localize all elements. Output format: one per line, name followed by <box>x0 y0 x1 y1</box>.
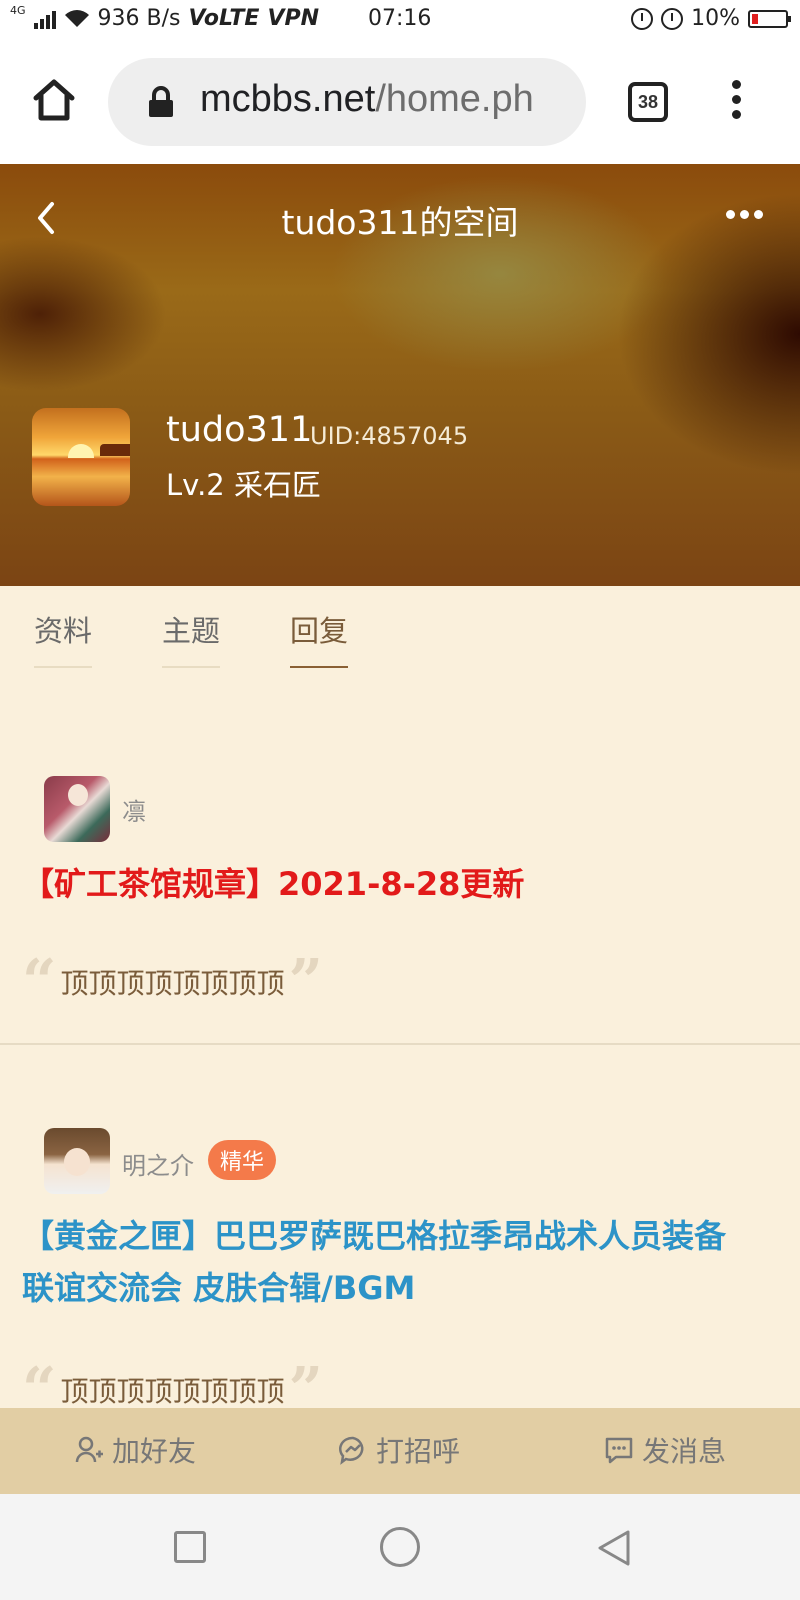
network-speed: 936 B/s <box>97 6 181 31</box>
post-title-line-2: 联谊交流会 皮肤合辑/BGM <box>22 1269 416 1307</box>
add-friend-label: 加好友 <box>112 1435 197 1468</box>
post-author[interactable]: 明之介 <box>122 1146 194 1181</box>
send-message-label: 发消息 <box>642 1435 727 1468</box>
alarm-icon <box>661 7 684 30</box>
status-left: 4G 936 B/s VoLTE VPN <box>10 4 319 31</box>
wifi-icon <box>64 9 89 27</box>
status-time: 07:16 <box>368 6 432 31</box>
url-text[interactable]: mcbbs.net/home.ph <box>200 78 534 121</box>
post-title-line-1: 【黄金之匣】巴巴罗萨既巴格拉季昂战术人员装备 <box>22 1217 727 1255</box>
avatar[interactable] <box>32 408 130 506</box>
messenger-icon <box>338 1436 364 1465</box>
user-uid: UID:4857045 <box>310 422 469 450</box>
post-author-avatar[interactable] <box>44 1128 110 1194</box>
post-title[interactable]: 【矿工茶馆规章】2021-8-28更新 <box>22 858 782 910</box>
lock-icon <box>149 86 173 117</box>
status-bar: 4G 936 B/s VoLTE VPN 07:16 10% <box>0 0 800 40</box>
profile-tabs: 资料 主题 回复 <box>0 586 800 676</box>
list-item[interactable]: 明之介 精华 【黄金之匣】巴巴罗萨既巴格拉季昂战术人员装备 联谊交流会 皮肤合辑… <box>0 1090 800 1410</box>
status-right: 10% <box>631 6 791 31</box>
send-message-button[interactable]: 发消息 <box>604 1430 726 1470</box>
url-host: mcbbs.net <box>200 78 376 120</box>
address-bar[interactable]: mcbbs.net/home.ph <box>108 58 586 146</box>
greet-label: 打招呼 <box>376 1435 461 1468</box>
quote-text: 顶顶顶顶顶顶顶顶 <box>60 1375 285 1408</box>
profile-header: tudo311的空间 tudo311 UID:4857045 Lv.2 采石匠 <box>0 164 800 586</box>
open-quote-icon: “ <box>22 1355 57 1410</box>
vpn-label: VPN <box>267 6 319 31</box>
post-quote: “ 顶顶顶顶顶顶顶顶 ” <box>22 947 324 1017</box>
open-quote-icon: “ <box>22 947 57 1017</box>
volte-label: VoLTE <box>188 6 260 31</box>
greet-button[interactable]: 打招呼 <box>338 1430 460 1470</box>
username: tudo311 <box>166 410 313 450</box>
tab-profile[interactable]: 资料 <box>34 608 93 668</box>
rotation-lock-icon <box>631 7 654 30</box>
close-quote-icon: ” <box>288 1355 324 1410</box>
recents-icon[interactable] <box>174 1531 206 1563</box>
list-item[interactable]: 凛 【矿工茶馆规章】2021-8-28更新 “ 顶顶顶顶顶顶顶顶 ” <box>0 740 800 1040</box>
tab-threads[interactable]: 主题 <box>162 608 221 668</box>
action-bar: 加好友 打招呼 发消息 <box>0 1408 800 1494</box>
tab-switcher-button[interactable]: 38 <box>628 82 668 122</box>
chat-icon <box>605 1437 633 1464</box>
browser-toolbar: mcbbs.net/home.ph 38 <box>0 40 800 164</box>
url-path: /home.ph <box>375 78 534 120</box>
user-level: Lv.2 采石匠 <box>166 468 321 502</box>
post-author[interactable]: 凛 <box>122 792 146 827</box>
more-horiz-icon[interactable] <box>726 210 766 224</box>
divider <box>0 1043 800 1045</box>
home-icon[interactable] <box>30 76 78 124</box>
add-friend-button[interactable]: 加好友 <box>74 1430 196 1470</box>
post-author-avatar[interactable] <box>44 776 110 842</box>
tab-replies[interactable]: 回复 <box>290 608 349 668</box>
featured-badge: 精华 <box>208 1140 277 1180</box>
signal-icon <box>33 9 56 29</box>
home-nav-icon[interactable] <box>380 1527 420 1567</box>
page-title: tudo311的空间 <box>281 203 519 242</box>
system-nav-bar <box>0 1494 800 1600</box>
battery-icon <box>748 9 791 28</box>
close-quote-icon: ” <box>288 947 324 1017</box>
post-title[interactable]: 【黄金之匣】巴巴罗萨既巴格拉季昂战术人员装备 联谊交流会 皮肤合辑/BGM <box>22 1210 782 1314</box>
network-type: 4G <box>10 4 26 17</box>
post-quote: “ 顶顶顶顶顶顶顶顶 ” <box>22 1355 324 1410</box>
back-nav-icon[interactable] <box>596 1528 632 1568</box>
quote-text: 顶顶顶顶顶顶顶顶 <box>60 967 285 1000</box>
battery-percent: 10% <box>691 6 740 31</box>
more-vert-icon[interactable] <box>724 80 748 124</box>
user-plus-icon <box>75 1436 103 1463</box>
